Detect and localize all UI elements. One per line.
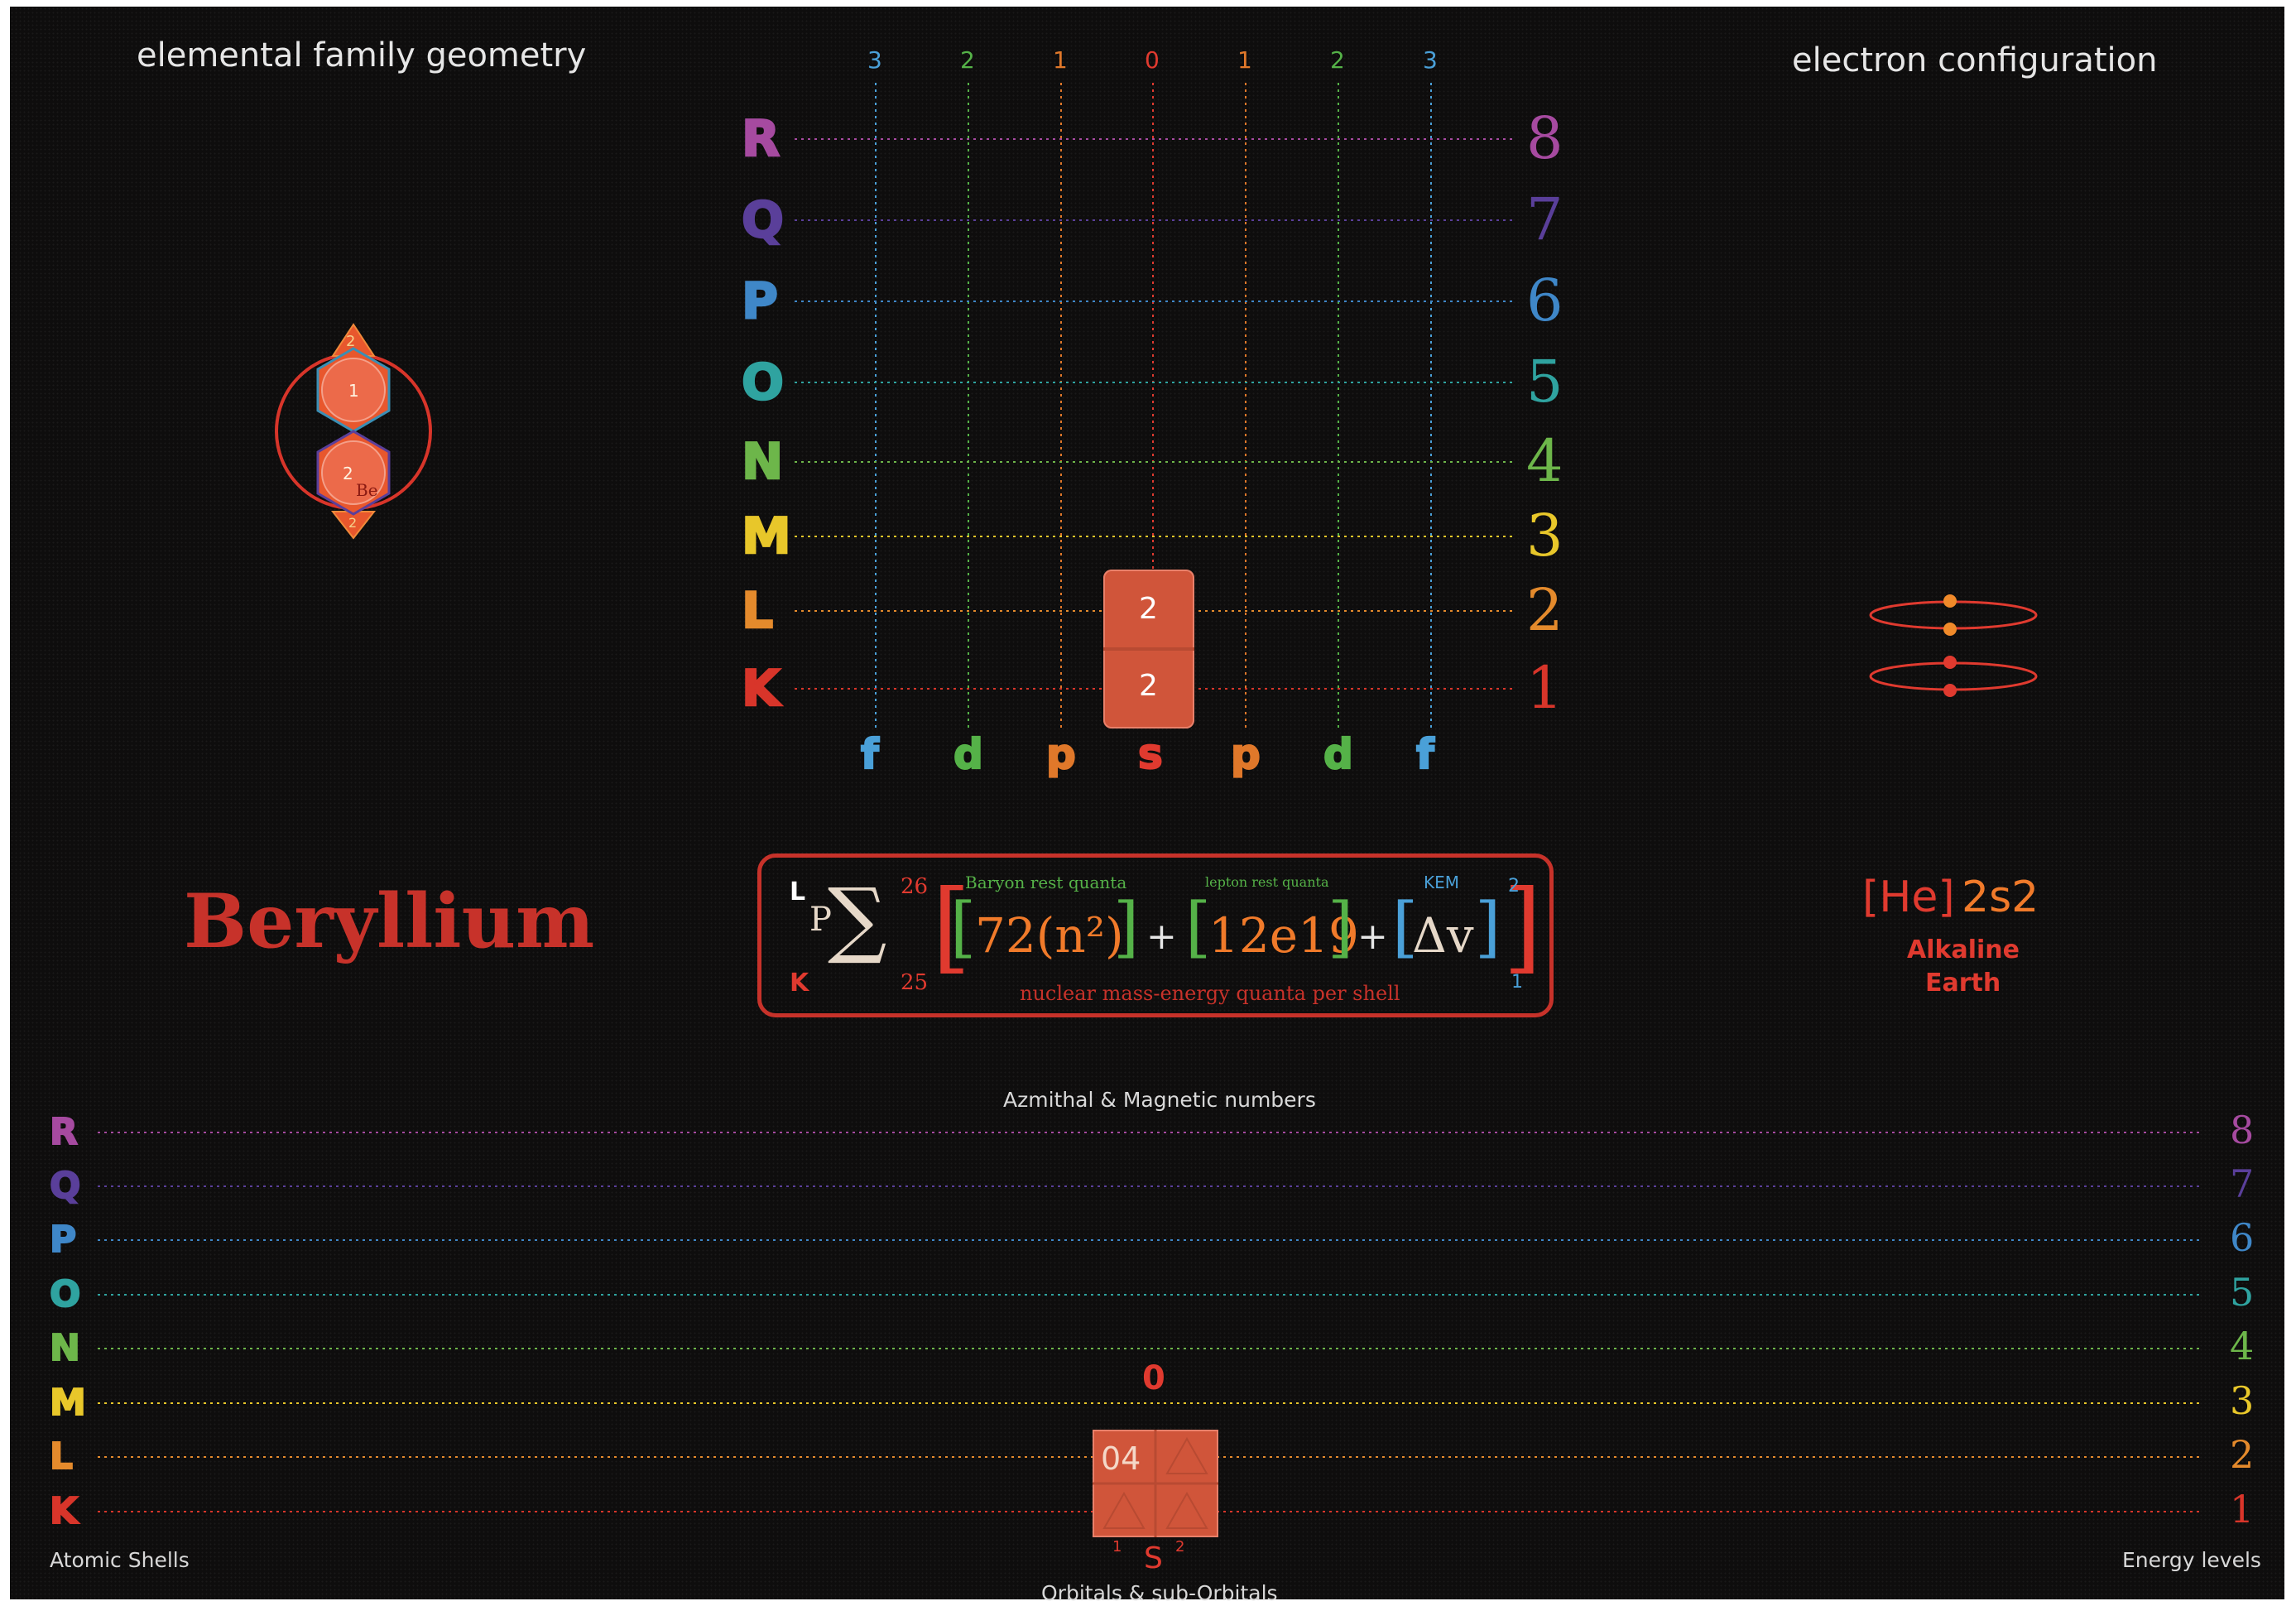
energy-levels-caption: Energy levels	[2122, 1548, 2261, 1572]
atomic-diagram: elemental family geometry electron confi…	[0, 0, 2296, 1606]
orbital-box-pattern	[1093, 1430, 1218, 1537]
orbitals-caption: Orbitals & sub-Orbitals	[1041, 1581, 1278, 1605]
sub-orbital-right: 2	[1175, 1538, 1185, 1556]
orbital-box-value: 04	[1101, 1440, 1141, 1477]
sub-orbital-left: 1	[1112, 1538, 1122, 1556]
sub-orbital-letter: S	[1144, 1541, 1163, 1575]
atomic-shells-caption: Atomic Shells	[50, 1548, 190, 1572]
